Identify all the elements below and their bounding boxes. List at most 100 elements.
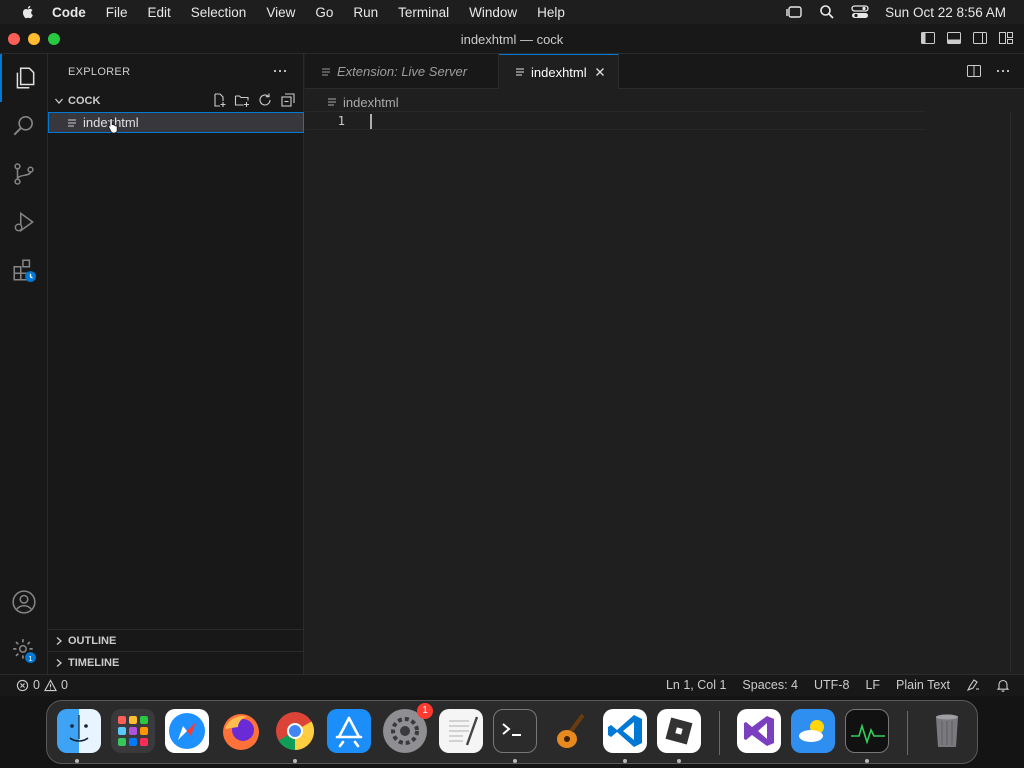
macos-menu-bar: Code File Edit Selection View Go Run Ter… (0, 0, 1024, 24)
refresh-icon[interactable] (257, 92, 273, 108)
safari-icon[interactable] (165, 709, 209, 753)
toggle-secondary-sidebar-icon[interactable] (972, 30, 988, 46)
activity-monitor-running-indicator (865, 759, 869, 763)
menu-help[interactable]: Help (537, 5, 565, 20)
run-and-debug-icon (14, 211, 34, 233)
toggle-panel-icon[interactable] (946, 30, 962, 46)
roblox-running-indicator (677, 759, 681, 763)
file-tree-item-indexhtml[interactable]: indexhtml (48, 112, 304, 133)
plain-text-file-icon (68, 118, 76, 127)
preview-file-icon (322, 67, 330, 76)
app-store-icon[interactable] (327, 709, 371, 753)
plain-text-file-icon (516, 68, 524, 76)
end-of-line-status[interactable]: LF (865, 678, 880, 692)
workspace-folder-header[interactable]: COCK (48, 90, 304, 112)
system-settings-badge: 1 (417, 703, 433, 719)
close-tab-icon[interactable] (595, 67, 605, 77)
dock-separator (719, 711, 720, 755)
activity-bar: 1 (0, 54, 48, 674)
more-actions-icon[interactable] (273, 64, 287, 78)
error-icon (16, 679, 29, 691)
extensions-activity[interactable] (0, 246, 48, 294)
breadcrumb[interactable]: indexhtml (327, 92, 399, 112)
firefox-icon[interactable] (219, 709, 263, 753)
menu-terminal[interactable]: Terminal (398, 5, 449, 20)
chevron-right-icon (56, 658, 62, 667)
system-settings-icon[interactable]: 1 (383, 703, 433, 753)
code-line[interactable]: 1 (305, 111, 925, 130)
menu-app-name[interactable]: Code (52, 5, 86, 20)
vscode-icon[interactable] (603, 709, 647, 753)
search-icon (13, 115, 33, 136)
menu-go[interactable]: Go (315, 5, 333, 20)
roblox-studio-icon[interactable] (657, 709, 701, 753)
editor-area: Extension: Live Server indexhtml indexht… (305, 54, 1024, 674)
timeline-label: TIMELINE (68, 656, 120, 669)
gear-icon: 1 (13, 639, 36, 663)
folder-name: COCK (68, 95, 101, 107)
textedit-icon[interactable] (439, 709, 483, 753)
menu-window[interactable]: Window (469, 5, 517, 20)
tab-extension-live-server[interactable]: Extension: Live Server (305, 54, 499, 89)
new-file-icon[interactable] (211, 92, 227, 108)
menubar-clock[interactable]: Sun Oct 22 8:56 AM (885, 5, 1006, 20)
line-number: 1 (337, 114, 345, 128)
menu-view[interactable]: View (266, 5, 295, 20)
toggle-primary-sidebar-icon[interactable] (920, 30, 936, 46)
collapse-all-icon[interactable] (280, 92, 296, 108)
plain-text-file-icon (328, 98, 336, 106)
spotlight-search-icon[interactable] (819, 4, 835, 20)
editor-more-actions-icon[interactable] (996, 63, 1010, 79)
menu-file[interactable]: File (106, 5, 128, 20)
control-center-icon[interactable] (851, 4, 869, 20)
split-editor-icon[interactable] (966, 63, 982, 79)
chrome-icon[interactable] (273, 709, 317, 753)
terminal-icon[interactable] (493, 709, 537, 753)
finder-icon[interactable] (57, 709, 101, 753)
visual-studio-icon[interactable] (737, 709, 781, 753)
outline-section-header[interactable]: OUTLINE (48, 629, 304, 651)
explorer-activity[interactable] (0, 54, 48, 102)
feedback-icon[interactable] (966, 678, 980, 692)
menu-selection[interactable]: Selection (191, 5, 247, 20)
new-folder-icon[interactable] (234, 92, 250, 108)
weather-icon[interactable] (791, 709, 835, 753)
files-icon (16, 67, 35, 89)
tab-label: Extension: Live Server (337, 64, 468, 79)
launchpad-icon[interactable] (111, 709, 155, 753)
explorer-sidebar: EXPLORER COCK indexhtml OUTLINE TIMELINE (48, 54, 304, 674)
vertical-scrollbar[interactable] (1010, 112, 1024, 672)
terminal-running-indicator (513, 759, 517, 763)
search-activity[interactable] (0, 102, 48, 150)
notifications-bell-icon[interactable] (996, 678, 1010, 692)
timeline-section-header[interactable]: TIMELINE (48, 651, 304, 673)
garageband-icon[interactable] (547, 709, 591, 753)
cursor-position-status[interactable]: Ln 1, Col 1 (666, 678, 726, 692)
encoding-status[interactable]: UTF-8 (814, 678, 849, 692)
apple-logo-icon[interactable] (20, 4, 36, 20)
customize-layout-icon[interactable] (998, 30, 1014, 46)
source-control-activity[interactable] (0, 150, 48, 198)
dock-area: 1 (0, 696, 1024, 768)
breadcrumb-file[interactable]: indexhtml (343, 95, 399, 110)
tab-indexhtml[interactable]: indexhtml (499, 54, 619, 89)
trash-icon[interactable] (925, 709, 969, 753)
menu-run[interactable]: Run (353, 5, 378, 20)
source-control-icon (14, 163, 34, 185)
stage-manager-icon[interactable] (785, 4, 803, 20)
accounts-activity[interactable] (0, 578, 48, 626)
chevron-right-icon (56, 636, 62, 645)
menu-edit[interactable]: Edit (148, 5, 171, 20)
language-mode-status[interactable]: Plain Text (896, 678, 950, 692)
error-count: 0 (33, 678, 40, 692)
run-debug-activity[interactable] (0, 198, 48, 246)
extensions-icon (13, 259, 36, 282)
manage-activity[interactable]: 1 (0, 626, 48, 674)
activity-monitor-icon[interactable] (845, 709, 889, 753)
problems-status[interactable]: 0 0 (16, 678, 68, 692)
status-bar: 0 0 Ln 1, Col 1 Spaces: 4 UTF-8 LF Plain… (0, 674, 1024, 696)
chrome-running-indicator (293, 759, 297, 763)
mouse-pointer-hand-icon (108, 118, 118, 133)
indentation-status[interactable]: Spaces: 4 (742, 678, 798, 692)
macos-dock: 1 (46, 700, 978, 764)
